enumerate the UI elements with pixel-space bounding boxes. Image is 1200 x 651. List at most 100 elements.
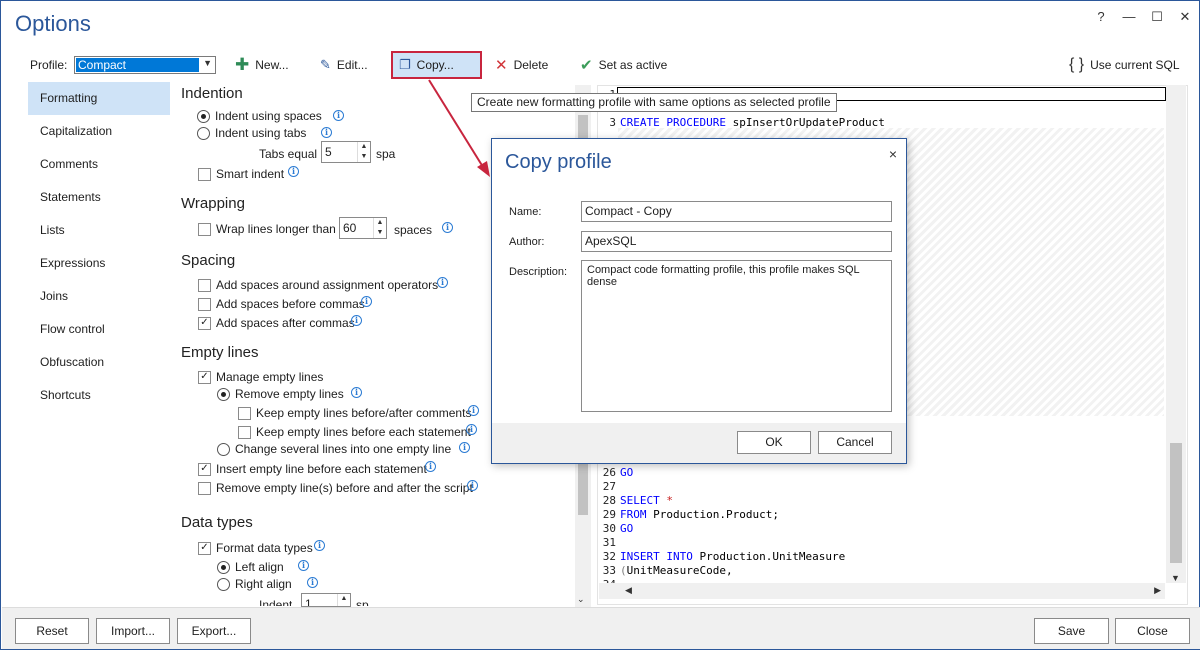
- spaces-assignment-checkbox[interactable]: Add spaces around assignment operators: [198, 278, 438, 292]
- minimize-button[interactable]: —: [1119, 9, 1139, 24]
- delete-profile-button[interactable]: ✕ Delete: [489, 51, 554, 79]
- tabs-equal-label: Tabs equal: [259, 147, 318, 161]
- change-several-lines-label: Change several lines into one empty line: [235, 442, 452, 456]
- editor-horizontal-scrollbar[interactable]: ◀ ▶: [599, 583, 1165, 599]
- stepper-arrows-icon[interactable]: ▲ ▼: [357, 142, 370, 162]
- cancel-button[interactable]: Cancel: [818, 431, 892, 454]
- new-profile-button[interactable]: ✚ New...: [229, 51, 295, 79]
- sidebar-item-statements[interactable]: Statements: [28, 181, 170, 214]
- sidebar-item-capitalization[interactable]: Capitalization: [28, 115, 170, 148]
- indent-stepper[interactable]: 1 ▲: [301, 593, 351, 607]
- code-token: UnitMeasureCode,: [626, 564, 733, 577]
- spaces-before-commas-checkbox[interactable]: Add spaces before commas: [198, 297, 365, 311]
- reset-button[interactable]: Reset: [15, 618, 89, 644]
- copy-icon: ❐: [399, 57, 411, 72]
- maximize-button[interactable]: ☐: [1147, 9, 1167, 25]
- info-icon[interactable]: i: [333, 110, 344, 121]
- info-icon[interactable]: i: [288, 166, 299, 177]
- sidebar-item-joins[interactable]: Joins: [28, 280, 170, 313]
- change-several-lines-radio[interactable]: Change several lines into one empty line: [217, 442, 451, 456]
- help-button[interactable]: ?: [1091, 9, 1111, 24]
- info-icon[interactable]: i: [314, 540, 325, 551]
- info-icon[interactable]: i: [361, 296, 372, 307]
- options-window: Options ? — ☐ ✕ Profile: Compact ▼ ✚ New…: [0, 0, 1200, 650]
- radio-selected: [197, 109, 210, 123]
- close-icon[interactable]: ×: [889, 146, 897, 162]
- info-icon[interactable]: i: [466, 424, 477, 435]
- use-current-sql-button[interactable]: { } Use current SQL: [1063, 51, 1186, 79]
- stepper-arrows-icon[interactable]: ▲ ▼: [373, 218, 386, 238]
- export-button[interactable]: Export...: [177, 618, 251, 644]
- scroll-down-icon[interactable]: ⌄: [577, 594, 585, 605]
- remove-empty-lines-radio[interactable]: Remove empty lines: [217, 387, 344, 401]
- keep-empty-comments-checkbox[interactable]: Keep empty lines before/after comments: [238, 406, 471, 420]
- spaces-after-commas-label: Add spaces after commas: [216, 316, 355, 330]
- author-field[interactable]: ApexSQL: [581, 231, 892, 252]
- sidebar-item-obfuscation[interactable]: Obfuscation: [28, 346, 170, 379]
- left-align-radio[interactable]: Left align: [217, 560, 284, 574]
- info-icon[interactable]: i: [467, 480, 478, 491]
- description-field[interactable]: Compact code formatting profile, this pr…: [581, 260, 892, 412]
- info-icon[interactable]: i: [437, 277, 448, 288]
- manage-empty-lines-label: Manage empty lines: [216, 370, 324, 384]
- info-icon[interactable]: i: [425, 461, 436, 472]
- info-icon[interactable]: i: [351, 387, 362, 398]
- name-field[interactable]: Compact - Copy: [581, 201, 892, 222]
- right-align-radio[interactable]: Right align: [217, 577, 292, 591]
- close-button[interactable]: Close: [1115, 618, 1190, 644]
- new-label: New...: [255, 58, 289, 72]
- editor-vertical-scrollbar[interactable]: ▼: [1166, 85, 1186, 583]
- scroll-right-icon[interactable]: ▶: [1154, 585, 1161, 596]
- info-icon[interactable]: i: [459, 442, 470, 453]
- line-number: 33: [602, 564, 616, 577]
- info-icon[interactable]: i: [442, 222, 453, 233]
- chevron-down-icon: ▼: [203, 58, 212, 68]
- close-window-button[interactable]: ✕: [1175, 9, 1195, 25]
- set-active-button[interactable]: ✔ Set as active: [574, 51, 673, 79]
- info-icon[interactable]: i: [307, 577, 318, 588]
- import-button[interactable]: Import...: [96, 618, 170, 644]
- smart-indent-checkbox[interactable]: Smart indent: [198, 167, 284, 181]
- checkbox-unchecked: [198, 297, 211, 311]
- tabs-equal-stepper[interactable]: 5 ▲ ▼: [321, 141, 371, 163]
- sidebar-item-expressions[interactable]: Expressions: [28, 247, 170, 280]
- format-data-types-checkbox[interactable]: ✓ Format data types: [198, 541, 313, 555]
- line-number: 26: [602, 466, 616, 479]
- sidebar-item-flow-control[interactable]: Flow control: [28, 313, 170, 346]
- edit-profile-button[interactable]: ✎ Edit...: [314, 51, 374, 79]
- sidebar-item-comments[interactable]: Comments: [28, 148, 170, 181]
- keep-empty-statement-checkbox[interactable]: Keep empty lines before each statement: [238, 425, 471, 439]
- indent-spaces-radio[interactable]: Indent using spaces: [197, 109, 322, 123]
- remove-script-empty-lines-checkbox[interactable]: Remove empty line(s) before and after th…: [198, 481, 473, 495]
- info-icon[interactable]: i: [321, 127, 332, 138]
- empty-lines-heading: Empty lines: [181, 344, 259, 361]
- scroll-down-icon[interactable]: ▼: [1171, 573, 1180, 583]
- info-icon[interactable]: i: [351, 315, 362, 326]
- wrap-length-stepper[interactable]: 60 ▲ ▼: [339, 217, 387, 239]
- scrollbar-thumb[interactable]: [1170, 443, 1182, 563]
- save-button[interactable]: Save: [1034, 618, 1109, 644]
- name-label: Name:: [509, 206, 542, 218]
- dialog-footer: OK Cancel: [492, 423, 906, 463]
- wrapping-heading: Wrapping: [181, 195, 245, 212]
- sidebar-item-formatting[interactable]: Formatting: [28, 82, 170, 115]
- copy-profile-button[interactable]: ❐ Copy...: [391, 51, 482, 79]
- radio-selected: [217, 560, 230, 574]
- code-line: 28 SELECT *: [598, 494, 673, 508]
- copy-profile-dialog: Copy profile × Name: Compact - Copy Auth…: [491, 138, 907, 464]
- info-icon[interactable]: i: [298, 560, 309, 571]
- sidebar-item-lists[interactable]: Lists: [28, 214, 170, 247]
- info-icon[interactable]: i: [468, 405, 479, 416]
- profile-select[interactable]: Compact ▼: [74, 56, 216, 74]
- insert-empty-line-checkbox[interactable]: ✓ Insert empty line before each statemen…: [198, 462, 427, 476]
- code-line: 27: [598, 480, 620, 494]
- sidebar-item-shortcuts[interactable]: Shortcuts: [28, 379, 170, 412]
- stepper-arrows-icon[interactable]: ▲: [337, 594, 350, 606]
- wrap-lines-checkbox[interactable]: Wrap lines longer than: [198, 222, 336, 236]
- manage-empty-lines-checkbox[interactable]: ✓ Manage empty lines: [198, 370, 323, 384]
- spaces-after-commas-checkbox[interactable]: ✓ Add spaces after commas: [198, 316, 355, 330]
- indent-tabs-radio[interactable]: Indent using tabs: [197, 126, 306, 140]
- scroll-left-icon[interactable]: ◀: [625, 585, 632, 596]
- code-token: Production.Product;: [646, 508, 779, 521]
- ok-button[interactable]: OK: [737, 431, 811, 454]
